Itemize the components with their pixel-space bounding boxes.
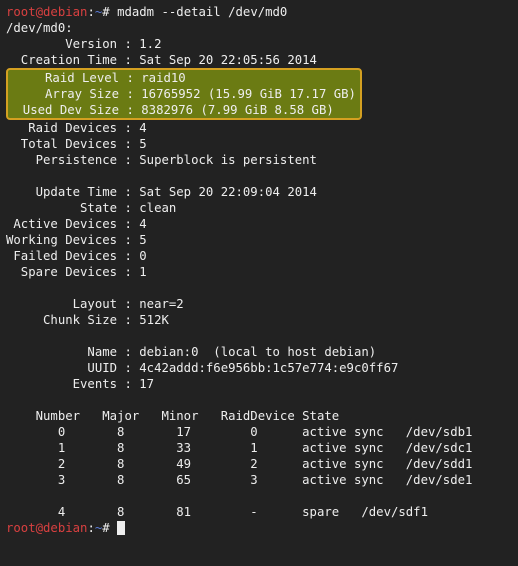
kv-total-devices: Total Devices : 5 [6, 137, 147, 151]
kv-state: State : clean [6, 201, 176, 215]
table-row: 1 8 33 1 active sync /dev/sdc1 [6, 441, 472, 455]
kv-working-devices: Working Devices : 5 [6, 233, 147, 247]
kv-events: Events : 17 [6, 377, 154, 391]
table-row: 2 8 49 2 active sync /dev/sdd1 [6, 457, 472, 471]
kv-chunk-size: Chunk Size : 512K [6, 313, 169, 327]
kv-used-dev-size: Used Dev Size : 8382976 (7.99 GiB 8.58 G… [8, 103, 338, 117]
kv-creation-time: Creation Time : Sat Sep 20 22:05:56 2014 [6, 53, 317, 67]
prompt-userhost: root@debian [6, 5, 87, 19]
kv-array-size: Array Size : 16765952 (15.99 GiB 17.17 G… [8, 87, 360, 101]
kv-active-devices: Active Devices : 4 [6, 217, 147, 231]
table-row: 3 8 65 3 active sync /dev/sde1 [6, 473, 472, 487]
prompt-line-2: root@debian:~# [6, 521, 125, 535]
device-line: /dev/md0: [6, 21, 73, 35]
prompt-colon: : [87, 5, 94, 19]
command-text: mdadm --detail /dev/md0 [117, 5, 287, 19]
prompt-hash: # [102, 521, 117, 535]
kv-persistence: Persistence : Superblock is persistent [6, 153, 317, 167]
kv-raid-level: Raid Level : raid10 [8, 71, 190, 85]
kv-uuid: UUID : 4c42addd:f6e956bb:1c57e774:e9c0ff… [6, 361, 398, 375]
kv-version: Version : 1.2 [6, 37, 161, 51]
prompt-colon: : [87, 521, 94, 535]
kv-name: Name : debian:0 (local to host debian) [6, 345, 376, 359]
prompt-line: root@debian:~# mdadm --detail /dev/md0 [6, 5, 287, 19]
kv-update-time: Update Time : Sat Sep 20 22:09:04 2014 [6, 185, 317, 199]
kv-failed-devices: Failed Devices : 0 [6, 249, 147, 263]
kv-layout: Layout : near=2 [6, 297, 184, 311]
cursor-icon[interactable] [117, 521, 125, 535]
prompt-hash: # [102, 5, 117, 19]
kv-raid-devices: Raid Devices : 4 [6, 121, 147, 135]
table-row: 4 8 81 - spare /dev/sdf1 [6, 505, 428, 519]
highlighted-raid-info: Raid Level : raid10 Array Size : 1676595… [6, 68, 362, 120]
device-table-header: Number Major Minor RaidDevice State [6, 409, 339, 423]
terminal-window[interactable]: root@debian:~# mdadm --detail /dev/md0 /… [0, 0, 518, 566]
prompt-userhost: root@debian [6, 521, 87, 535]
table-row: 0 8 17 0 active sync /dev/sdb1 [6, 425, 472, 439]
kv-spare-devices: Spare Devices : 1 [6, 265, 147, 279]
